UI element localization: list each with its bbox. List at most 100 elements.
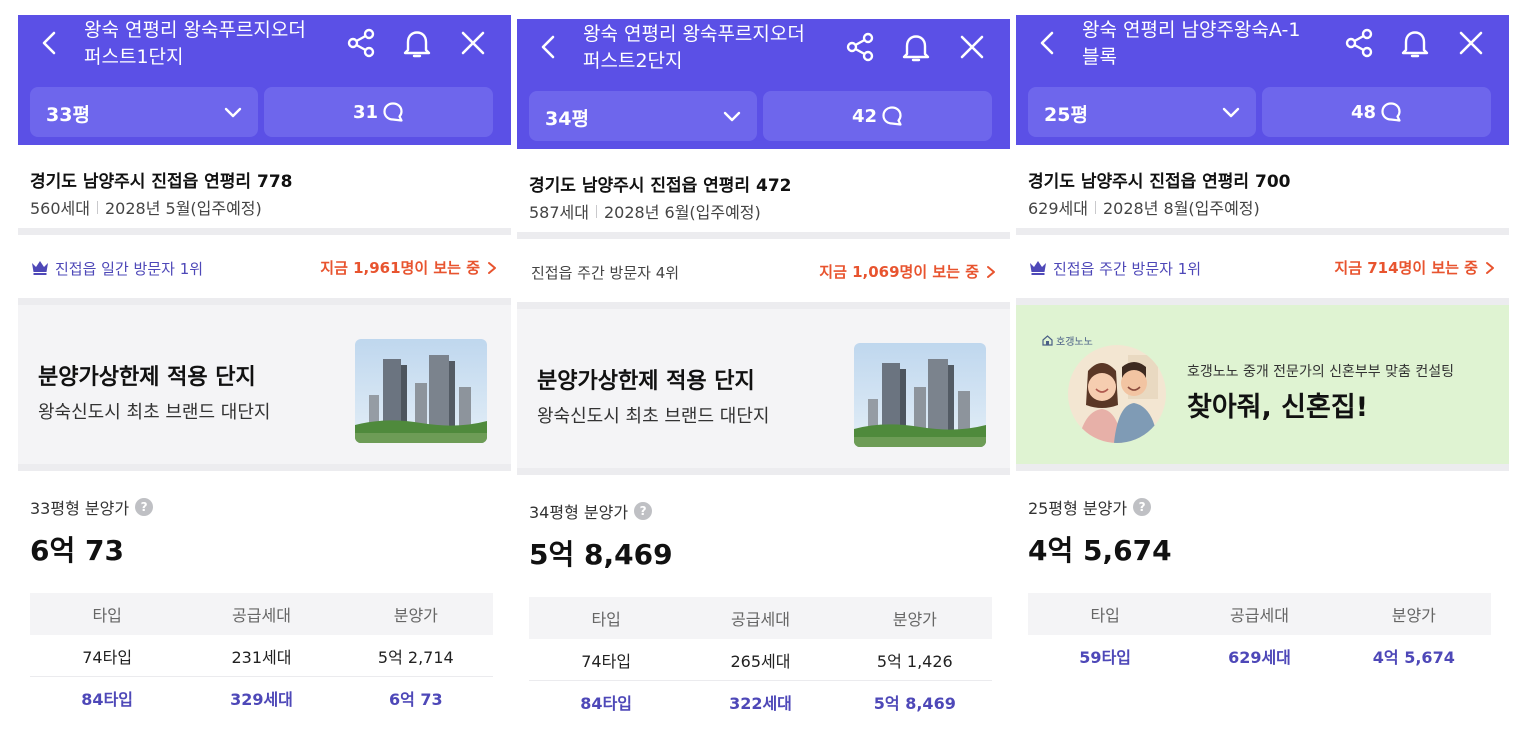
price-cell: 5억 8,469 bbox=[873, 694, 956, 713]
live-viewers-link[interactable]: 지금 1,961명이 보는 중 bbox=[320, 257, 497, 278]
price-section: 34평형 분양가 ? 5억 8,469 타입 공급세대 분양가 74타입 265… bbox=[517, 499, 1010, 723]
home-icon bbox=[1042, 335, 1053, 346]
visitor-rank: 진접읍 주간 방문자 1위 bbox=[1053, 260, 1202, 278]
bell-icon[interactable] bbox=[399, 25, 435, 61]
table-header: 타입 공급세대 분양가 bbox=[1028, 593, 1491, 635]
share-icon[interactable] bbox=[343, 25, 379, 61]
move-in-date: 2028년 5월(입주예정) bbox=[104, 199, 262, 218]
back-icon[interactable] bbox=[533, 31, 565, 63]
price-label: 34평형 분양가 bbox=[529, 503, 629, 522]
size-label: 33평 bbox=[46, 104, 90, 126]
back-icon[interactable] bbox=[34, 27, 66, 59]
title-line-1: 왕숙 연평리 왕숙푸르지오더 bbox=[84, 19, 306, 41]
talk-count: 42 bbox=[851, 105, 878, 127]
table-row-selected[interactable]: 84타입 329세대 6억 73 bbox=[30, 677, 493, 719]
table-row-selected[interactable]: 84타입 322세대 5억 8,469 bbox=[529, 681, 992, 723]
ad-banner[interactable]: 호갱노노 호갱노노 중개 전문가의 신혼부부 맞춤 컨설팅 찾아줘, 신혼집! bbox=[1016, 305, 1509, 471]
header-bar: 왕숙 연평리 왕숙푸르지오더 퍼스트2단지 34평 42 bbox=[517, 19, 1010, 149]
talk-button[interactable]: 42 bbox=[763, 91, 992, 141]
close-icon[interactable] bbox=[1453, 25, 1489, 61]
header-bar: 왕숙 연평리 남양주왕숙A-1 블록 25평 48 bbox=[1016, 15, 1509, 145]
complex-panel-3: 왕숙 연평리 남양주왕숙A-1 블록 25평 48 경기도 남양주시 진접읍 연… bbox=[1016, 15, 1509, 737]
price-table: 타입 공급세대 분양가 74타입 231세대 5억 2,714 84타입 329… bbox=[30, 593, 493, 719]
sale-price: 5억 8,469 bbox=[529, 538, 673, 571]
back-icon[interactable] bbox=[1032, 27, 1064, 59]
price-cell: 4억 5,674 bbox=[1372, 648, 1455, 667]
complex-meta: 587세대 2028년 6월(입주예정) bbox=[529, 199, 761, 223]
price-label: 33평형 분양가 bbox=[30, 499, 130, 518]
visitor-rank: 진접읍 주간 방문자 4위 bbox=[531, 264, 680, 282]
table-header: 타입 공급세대 분양가 bbox=[529, 597, 992, 639]
size-label: 25평 bbox=[1044, 104, 1088, 126]
size-selector[interactable]: 33평 bbox=[30, 87, 258, 137]
share-icon[interactable] bbox=[1341, 25, 1377, 61]
visitor-rank-row[interactable]: 진접읍 주간 방문자 1위 지금 714명이 보는 중 bbox=[1016, 235, 1509, 305]
chevron-right-icon bbox=[1486, 261, 1494, 274]
apartment-image bbox=[355, 339, 487, 443]
visitor-rank-row[interactable]: 진접읍 일간 방문자 1위 지금 1,961명이 보는 중 bbox=[18, 235, 511, 305]
complex-meta: 629세대 2028년 8월(입주예정) bbox=[1028, 195, 1260, 219]
title-line-1: 왕숙 연평리 왕숙푸르지오더 bbox=[583, 23, 805, 45]
promo-banner[interactable]: 분양가상한제 적용 단지 왕숙신도시 최초 브랜드 대단지 bbox=[18, 305, 511, 471]
chevron-down-icon bbox=[723, 111, 741, 122]
size-selector[interactable]: 34평 bbox=[529, 91, 757, 141]
supply-cell: 265세대 bbox=[730, 651, 791, 671]
type-cell: 74타입 bbox=[581, 651, 632, 671]
live-viewers-link[interactable]: 지금 714명이 보는 중 bbox=[1334, 257, 1495, 278]
size-label: 34평 bbox=[545, 108, 589, 130]
divider bbox=[96, 200, 98, 214]
live-viewers-link[interactable]: 지금 1,069명이 보는 중 bbox=[819, 261, 996, 282]
bell-icon[interactable] bbox=[898, 29, 934, 65]
supply-cell: 231세대 bbox=[231, 647, 292, 667]
help-icon[interactable]: ? bbox=[135, 498, 154, 516]
close-icon[interactable] bbox=[455, 25, 491, 61]
talk-count: 31 bbox=[352, 101, 379, 123]
address-block: 경기도 남양주시 진접읍 연평리 778 560세대 2028년 5월(입주예정… bbox=[18, 145, 511, 235]
hogangnono-logo: 호갱노노 bbox=[1042, 333, 1093, 348]
size-selector[interactable]: 25평 bbox=[1028, 87, 1256, 137]
promo-banner[interactable]: 분양가상한제 적용 단지 왕숙신도시 최초 브랜드 대단지 bbox=[517, 309, 1010, 475]
sale-price: 4억 5,674 bbox=[1028, 534, 1172, 567]
table-row-selected[interactable]: 59타입 629세대 4억 5,674 bbox=[1028, 635, 1491, 677]
visitor-rank-row[interactable]: 진접읍 주간 방문자 4위 지금 1,069명이 보는 중 bbox=[517, 239, 1010, 309]
price-label-row: 33평형 분양가 ? bbox=[30, 495, 499, 519]
table-row[interactable]: 74타입 231세대 5억 2,714 bbox=[30, 635, 493, 677]
address-block: 경기도 남양주시 진접읍 연평리 472 587세대 2028년 6월(입주예정… bbox=[517, 149, 1010, 239]
banner-subtitle: 왕숙신도시 최초 브랜드 대단지 bbox=[537, 406, 770, 427]
move-in-date: 2028년 6월(입주예정) bbox=[603, 203, 761, 222]
share-icon[interactable] bbox=[842, 29, 878, 65]
live-viewers: 지금 714명이 보는 중 bbox=[1334, 259, 1478, 277]
close-icon[interactable] bbox=[954, 29, 990, 65]
address-block: 경기도 남양주시 진접읍 연평리 700 629세대 2028년 8월(입주예정… bbox=[1016, 145, 1509, 235]
price-cell: 5억 2,714 bbox=[377, 647, 454, 667]
type-cell: 84타입 bbox=[580, 694, 633, 713]
divider bbox=[595, 204, 597, 218]
crown-icon bbox=[32, 261, 48, 275]
move-in-date: 2028년 8월(입주예정) bbox=[1102, 199, 1260, 218]
header-price: 분양가 bbox=[393, 606, 438, 625]
table-row[interactable]: 74타입 265세대 5억 1,426 bbox=[529, 639, 992, 681]
help-icon[interactable]: ? bbox=[634, 502, 653, 520]
price-table: 타입 공급세대 분양가 59타입 629세대 4억 5,674 bbox=[1028, 593, 1491, 677]
help-icon[interactable]: ? bbox=[1133, 498, 1152, 516]
divider bbox=[1094, 200, 1096, 214]
ad-subtitle: 호갱노노 중개 전문가의 신혼부부 맞춤 컨설팅 bbox=[1187, 364, 1454, 380]
chat-bubble-icon bbox=[882, 106, 902, 126]
chat-bubble-icon bbox=[383, 102, 403, 122]
type-cell: 84타입 bbox=[81, 690, 134, 709]
header-type: 타입 bbox=[1090, 606, 1120, 625]
household-count: 629세대 bbox=[1028, 199, 1088, 218]
household-count: 587세대 bbox=[529, 203, 589, 222]
complex-panel-2: 왕숙 연평리 왕숙푸르지오더 퍼스트2단지 34평 42 경기도 남양주시 진접… bbox=[517, 19, 1010, 741]
complex-title: 왕숙 연평리 남양주왕숙A-1 블록 bbox=[1082, 17, 1342, 71]
title-line-2: 퍼스트2단지 bbox=[583, 50, 683, 72]
header-supply: 공급세대 bbox=[731, 610, 790, 629]
live-viewers: 지금 1,961명이 보는 중 bbox=[320, 259, 480, 277]
price-table: 타입 공급세대 분양가 74타입 265세대 5억 1,426 84타입 322… bbox=[529, 597, 992, 723]
chevron-right-icon bbox=[488, 261, 496, 274]
chevron-down-icon bbox=[1222, 107, 1240, 118]
bell-icon[interactable] bbox=[1397, 25, 1433, 61]
banner-title: 분양가상한제 적용 단지 bbox=[38, 365, 256, 390]
talk-button[interactable]: 48 bbox=[1262, 87, 1491, 137]
talk-button[interactable]: 31 bbox=[264, 87, 493, 137]
